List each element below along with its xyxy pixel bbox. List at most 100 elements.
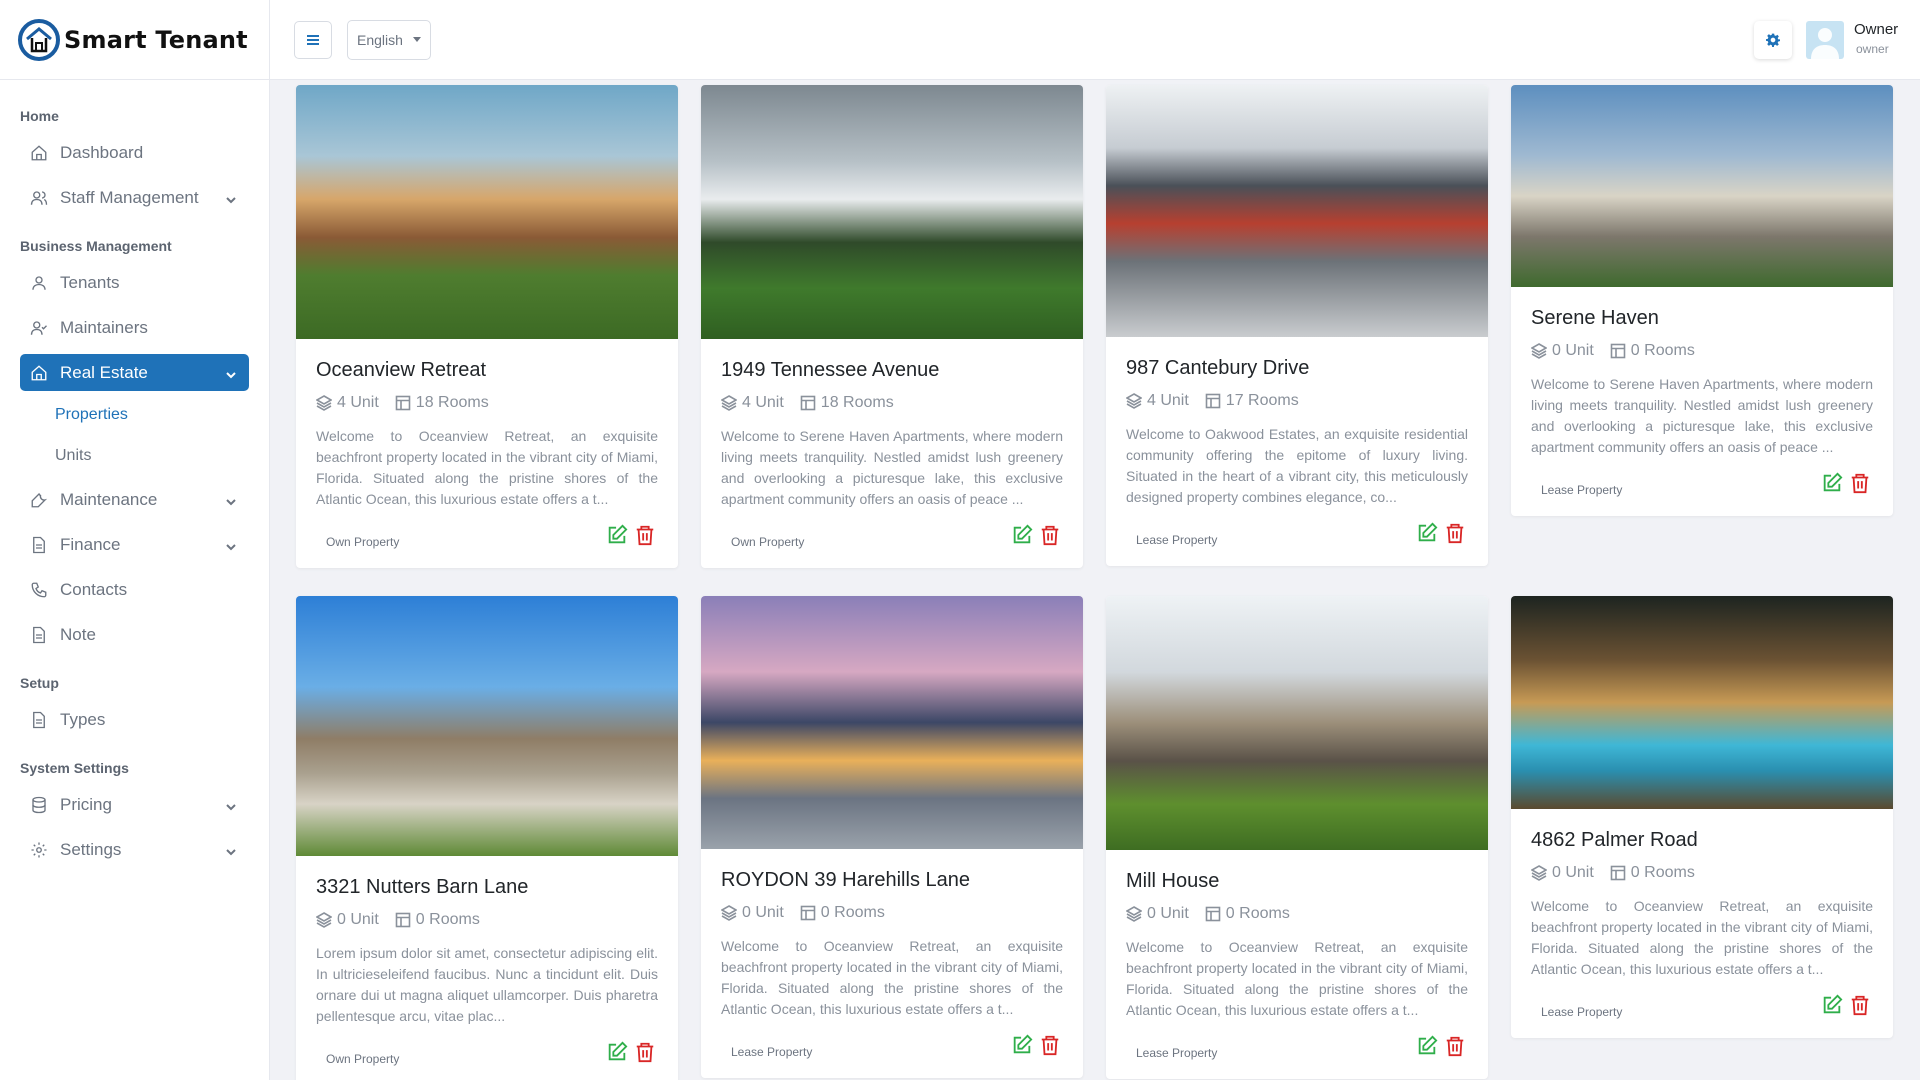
property-title[interactable]: 1949 Tennessee Avenue: [721, 359, 1063, 385]
sidebar-item-types[interactable]: Types: [20, 701, 249, 738]
sidebar-item-dashboard[interactable]: Dashboard: [20, 134, 249, 171]
property-title[interactable]: Mill House: [1126, 870, 1468, 896]
edit-icon[interactable]: [606, 524, 630, 548]
file-text-icon: [30, 536, 48, 554]
property-title[interactable]: 987 Cantebury Drive: [1126, 357, 1468, 383]
sidebar-item-label: Pricing: [60, 794, 112, 814]
property-description: Lorem ipsum dolor sit amet, consectetur …: [316, 945, 658, 1024]
layers-icon: [721, 395, 737, 411]
unit-count-label: 4 Unit: [1147, 392, 1189, 409]
caret-down-icon: [413, 37, 421, 42]
user-icon: [30, 274, 48, 292]
trash-icon[interactable]: [1039, 1034, 1063, 1058]
property-title[interactable]: 3321 Nutters Barn Lane: [316, 876, 658, 902]
edit-icon[interactable]: [1011, 1034, 1035, 1058]
property-photo[interactable]: [296, 85, 678, 339]
nav-section-system: System Settings: [20, 760, 129, 776]
sidebar-item-settings[interactable]: Settings: [20, 831, 249, 868]
room-count-label: 0 Rooms: [1225, 905, 1290, 922]
sidebar-item-pricing[interactable]: Pricing: [20, 786, 249, 823]
property-photo[interactable]: [1106, 596, 1488, 850]
layout-icon: [1610, 343, 1626, 359]
property-meta: 0 Unit 0 Rooms: [1126, 904, 1468, 924]
property-card: 3321 Nutters Barn Lane 0 Unit 0 Rooms Lo…: [296, 596, 678, 1080]
edit-icon[interactable]: [1821, 994, 1845, 1018]
layout-icon: [395, 912, 411, 928]
home-icon: [30, 144, 48, 162]
avatar[interactable]: [1806, 21, 1844, 59]
property-photo[interactable]: [1511, 596, 1893, 809]
chevron-down-icon: [225, 191, 237, 204]
sidebar-item-label: Staff Management: [60, 187, 199, 207]
trash-icon[interactable]: [1444, 1035, 1468, 1059]
property-type-badge: Lease Property: [1533, 1002, 1631, 1022]
unit-count: 4 Unit: [721, 394, 784, 412]
property-photo[interactable]: [701, 596, 1083, 849]
sidebar-subitem-units[interactable]: Units: [20, 440, 249, 472]
property-description: Welcome to Serene Haven Apartments, wher…: [1531, 376, 1873, 455]
sidebar-item-contacts[interactable]: Contacts: [20, 571, 249, 608]
language-select[interactable]: English: [347, 20, 431, 60]
sidebar-item-maintenance[interactable]: Maintenance: [20, 481, 249, 518]
sidebar-item-staff-management[interactable]: Staff Management: [20, 179, 249, 216]
room-count: 0 Rooms: [1610, 864, 1695, 882]
brand-logo-icon: [18, 18, 60, 61]
property-title[interactable]: Serene Haven: [1531, 307, 1873, 333]
top-header: English Owner owner: [270, 0, 1920, 80]
property-photo[interactable]: [701, 85, 1083, 339]
user-name[interactable]: Owner: [1854, 21, 1898, 38]
sidebar-item-maintainers[interactable]: Maintainers: [20, 309, 249, 346]
layout-icon: [395, 395, 411, 411]
sidebar-item-label: Maintainers: [60, 317, 148, 337]
edit-icon[interactable]: [1416, 1035, 1440, 1059]
user-role: owner: [1856, 42, 1889, 56]
layers-icon: [1531, 865, 1547, 881]
trash-icon[interactable]: [634, 524, 658, 548]
edit-icon[interactable]: [1416, 522, 1440, 546]
sidebar-nav: Home Dashboard Staff Management Business…: [0, 80, 269, 890]
property-card: 1949 Tennessee Avenue 4 Unit 18 Rooms We…: [701, 85, 1083, 568]
layers-icon: [1126, 906, 1142, 922]
unit-count: 0 Unit: [1531, 864, 1594, 882]
trash-icon[interactable]: [1849, 994, 1873, 1018]
edit-icon[interactable]: [1821, 472, 1845, 496]
property-card: Mill House 0 Unit 0 Rooms Welcome to Oce…: [1106, 596, 1488, 1079]
unit-count: 0 Unit: [1126, 905, 1189, 923]
sidebar-item-real-estate[interactable]: Real Estate: [20, 354, 249, 391]
property-meta: 0 Unit 0 Rooms: [1531, 341, 1873, 361]
property-photo[interactable]: [296, 596, 678, 856]
sidebar-item-tenants[interactable]: Tenants: [20, 264, 249, 301]
property-card: Oceanview Retreat 4 Unit 18 Rooms Welcom…: [296, 85, 678, 568]
brand[interactable]: Smart Tenant: [0, 0, 269, 80]
trash-icon[interactable]: [1039, 524, 1063, 548]
unit-count-label: 0 Unit: [1552, 864, 1594, 881]
edit-icon[interactable]: [1011, 524, 1035, 548]
trash-icon[interactable]: [634, 1041, 658, 1065]
sidebar-item-label: Types: [60, 709, 106, 729]
property-type-badge: Own Property: [723, 532, 813, 552]
property-photo[interactable]: [1106, 85, 1488, 337]
sidebar-item-note[interactable]: Note: [20, 616, 249, 653]
edit-icon[interactable]: [606, 1041, 630, 1065]
unit-count-label: 0 Unit: [1552, 342, 1594, 359]
phone-icon: [30, 581, 48, 599]
property-meta: 4 Unit 18 Rooms: [316, 393, 658, 413]
unit-count: 4 Unit: [316, 394, 379, 412]
sidebar-item-finance[interactable]: Finance: [20, 526, 249, 563]
property-description: Welcome to Oceanview Retreat, an exquisi…: [316, 428, 658, 507]
property-meta: 4 Unit 18 Rooms: [721, 393, 1063, 413]
settings-button[interactable]: [1754, 21, 1792, 59]
room-count: 18 Rooms: [395, 394, 489, 412]
property-title[interactable]: 4862 Palmer Road: [1531, 829, 1873, 855]
trash-icon[interactable]: [1444, 522, 1468, 546]
sidebar-subitem-properties[interactable]: Properties: [20, 399, 249, 431]
gear-icon: [1766, 33, 1780, 47]
trash-icon[interactable]: [1849, 472, 1873, 496]
menu-toggle-button[interactable]: [294, 21, 332, 59]
property-title[interactable]: ROYDON 39 Harehills Lane: [721, 869, 1063, 895]
nav-section-home: Home: [20, 108, 59, 124]
chevron-down-icon: [225, 843, 237, 856]
property-photo[interactable]: [1511, 85, 1893, 287]
property-type-badge: Lease Property: [1128, 1043, 1226, 1063]
property-title[interactable]: Oceanview Retreat: [316, 359, 658, 385]
